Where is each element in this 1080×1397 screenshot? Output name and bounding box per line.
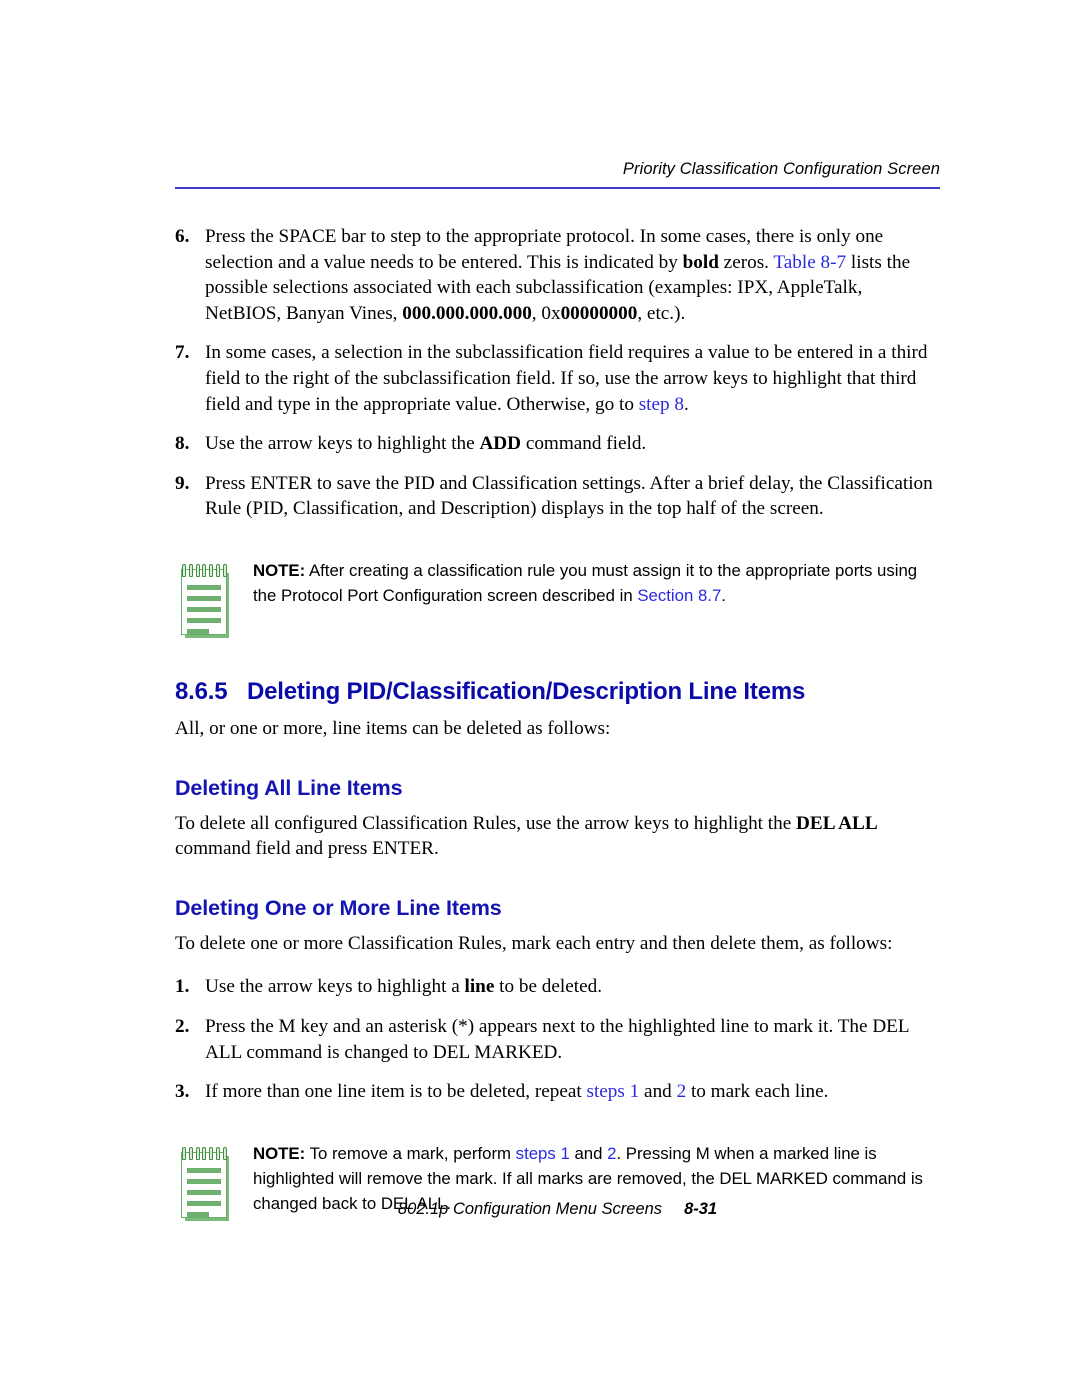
list-item: 7. In some cases, a selection in the sub…: [175, 340, 943, 417]
page-footer: 802.1p Configuration Menu Screens 8-31: [175, 1200, 940, 1219]
bold-run: DEL ALL: [796, 812, 878, 834]
text-run: If more than one line item is to be dele…: [205, 1081, 587, 1103]
list-item-number: 1.: [175, 976, 190, 998]
list-item-text: In some cases, a selection in the subcla…: [205, 340, 943, 417]
cross-reference-link[interactable]: step 8: [639, 394, 684, 415]
section-heading: 8.6.5 Deleting PID/Classification/Descri…: [175, 678, 943, 706]
list-item-text: Use the arrow keys to highlight the ADD …: [205, 431, 943, 457]
header-title: Priority Classification Configuration Sc…: [622, 160, 940, 178]
subsection-intro-delete-some: To delete one or more Classification Rul…: [175, 932, 893, 954]
steps-list-upper: 6. Press the SPACE bar to step to the ap…: [175, 224, 943, 522]
text-run: Use the arrow keys to highlight a: [205, 976, 465, 998]
section-number: 8.6.5: [175, 677, 228, 705]
text-run: Press the M key and an asterisk (*) appe…: [205, 1015, 909, 1063]
cross-reference-link[interactable]: steps 1: [586, 1081, 639, 1102]
bold-run: 00000000: [560, 302, 638, 324]
list-item: 1. Use the arrow keys to highlight a lin…: [175, 974, 943, 1000]
bold-run: ADD: [479, 433, 522, 455]
text-run: Press ENTER to save the PID and Classifi…: [205, 472, 933, 520]
list-item-text: Press the M key and an asterisk (*) appe…: [205, 1014, 943, 1065]
list-item-number: 6.: [175, 226, 190, 247]
text-run: , etc.).: [637, 302, 686, 324]
text-run: To remove a mark, perform: [305, 1143, 516, 1163]
text-run: zeros.: [718, 251, 774, 273]
cross-reference-link[interactable]: steps 1: [516, 1144, 570, 1163]
bold-run: line: [464, 976, 495, 998]
list-item-text: Press the SPACE bar to step to the appro…: [205, 224, 943, 326]
note-callout: NOTE: After creating a classification ru…: [175, 558, 943, 638]
running-header: Priority Classification Configuration Sc…: [175, 160, 940, 189]
list-item: 2. Press the M key and an asterisk (*) a…: [175, 1014, 943, 1065]
section-intro: All, or one or more, line items can be d…: [175, 717, 611, 739]
text-run: command field and press ENTER.: [175, 838, 439, 860]
subsection-heading-delete-all: Deleting All Line Items: [175, 775, 403, 800]
list-item-number: 7.: [175, 342, 190, 364]
text-run: To delete all configured Classification …: [175, 812, 797, 834]
list-item-number: 8.: [175, 433, 190, 455]
list-item-text: Press ENTER to save the PID and Classifi…: [205, 471, 943, 522]
page-content: 6. Press the SPACE bar to step to the ap…: [175, 224, 943, 1221]
bold-run: bold: [682, 251, 719, 273]
subsection-text-delete-all: To delete all configured Classification …: [175, 811, 943, 862]
list-item: 6. Press the SPACE bar to step to the ap…: [175, 224, 943, 326]
text-run: .: [721, 585, 726, 605]
text-run: .: [684, 393, 689, 415]
list-item-number: 9.: [175, 472, 190, 494]
bold-run: 000.000.000.000: [402, 302, 532, 324]
list-item: 8. Use the arrow keys to highlight the A…: [175, 431, 943, 457]
list-item: 9. Press ENTER to save the PID and Class…: [175, 471, 943, 522]
text-run: to mark each line.: [686, 1081, 829, 1103]
footer-title: 802.1p Configuration Menu Screens: [397, 1200, 663, 1218]
bold-run: NOTE:: [253, 560, 306, 580]
section-title: Deleting PID/Classification/Description …: [247, 677, 806, 705]
note-text: NOTE: After creating a classification ru…: [253, 558, 943, 608]
text-run: In some cases, a selection in the subcla…: [205, 342, 928, 415]
document-page: Priority Classification Configuration Sc…: [0, 0, 1080, 1397]
steps-list-lower: 1. Use the arrow keys to highlight a lin…: [175, 974, 943, 1104]
list-item-number: 2.: [175, 1015, 190, 1037]
text-run: and: [569, 1143, 608, 1163]
subsection-heading-delete-some: Deleting One or More Line Items: [175, 895, 502, 920]
header-rule: [175, 187, 940, 189]
text-run: to be deleted.: [494, 976, 602, 998]
list-item-text: If more than one line item is to be dele…: [205, 1079, 943, 1105]
cross-reference-link[interactable]: Section 8.7: [637, 586, 721, 605]
text-run: command field.: [521, 433, 647, 455]
bold-run: NOTE:: [253, 1143, 306, 1163]
list-item-text: Use the arrow keys to highlight a line t…: [205, 974, 943, 1000]
note-pad-icon: [175, 560, 235, 638]
footer-page-number: 8-31: [684, 1200, 718, 1218]
list-item: 3. If more than one line item is to be d…: [175, 1079, 943, 1105]
text-run: , 0x: [531, 302, 561, 324]
text-run: After creating a classification rule you…: [253, 560, 918, 605]
list-item-number: 3.: [175, 1081, 190, 1103]
cross-reference-link[interactable]: Table 8-7: [773, 252, 846, 273]
text-run: and: [639, 1081, 677, 1103]
text-run: Use the arrow keys to highlight the: [205, 433, 480, 455]
cross-reference-link[interactable]: 2: [677, 1081, 687, 1102]
